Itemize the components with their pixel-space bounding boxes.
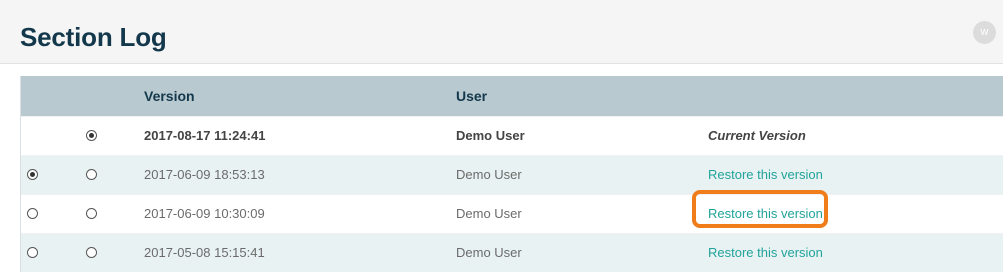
- current-version-label: Current Version: [708, 128, 806, 143]
- version-user: Demo User: [456, 206, 522, 221]
- table-row: 2017-05-08 15:15:41 Demo User Restore th…: [21, 233, 1003, 272]
- version-user: Demo User: [456, 128, 525, 143]
- page-title: Section Log: [20, 22, 167, 52]
- version-table: Version User 2017-08-17 11:24:41 Demo Us…: [20, 76, 1003, 272]
- version-date: 2017-06-09 10:30:09: [144, 206, 265, 221]
- table-row: 2017-08-17 11:24:41 Demo User Current Ve…: [21, 116, 1003, 155]
- compare-to-radio[interactable]: [86, 208, 97, 219]
- version-user: Demo User: [456, 245, 522, 260]
- restore-version-link[interactable]: Restore this version: [708, 195, 823, 233]
- compare-to-radio[interactable]: [86, 130, 97, 141]
- column-header-user: User: [456, 88, 488, 104]
- version-date: 2017-08-17 11:24:41: [144, 128, 266, 143]
- version-user: Demo User: [456, 167, 522, 182]
- table-header: Version User: [21, 76, 1003, 116]
- table-row: 2017-06-09 10:30:09 Demo User Restore th…: [21, 194, 1003, 233]
- version-date: 2017-06-09 18:53:13: [144, 167, 265, 182]
- restore-version-link[interactable]: Restore this version: [708, 234, 823, 272]
- avatar[interactable]: w: [973, 21, 996, 44]
- column-header-version: Version: [144, 88, 195, 104]
- version-date: 2017-05-08 15:15:41: [144, 245, 265, 260]
- compare-from-radio[interactable]: [27, 208, 38, 219]
- compare-to-radio[interactable]: [86, 169, 97, 180]
- compare-from-radio[interactable]: [27, 169, 38, 180]
- section-log-panel: Version User 2017-08-17 11:24:41 Demo Us…: [0, 64, 1003, 275]
- compare-from-radio[interactable]: [27, 247, 38, 258]
- restore-version-link[interactable]: Restore this version: [708, 156, 823, 194]
- table-row: 2017-06-09 18:53:13 Demo User Restore th…: [21, 155, 1003, 194]
- page-header: Section Log w: [0, 0, 1003, 64]
- compare-to-radio[interactable]: [86, 247, 97, 258]
